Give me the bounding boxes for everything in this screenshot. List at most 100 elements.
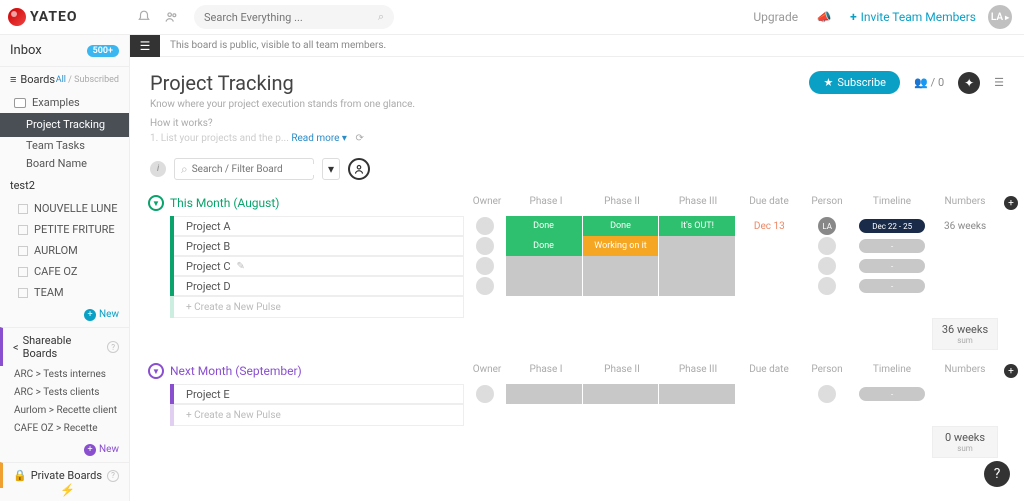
status-cell[interactable] (583, 384, 659, 404)
person-avatar[interactable] (818, 385, 836, 403)
create-pulse-row[interactable]: + Create a New Pulse (170, 296, 1024, 318)
edit-icon[interactable]: ✎ (237, 261, 245, 272)
col-person[interactable]: Person (802, 196, 852, 210)
person-avatar[interactable]: LA (818, 217, 836, 235)
col-phase1[interactable]: Phase I (508, 196, 584, 210)
table-row[interactable]: Project E - (170, 384, 1024, 404)
col-timeline[interactable]: Timeline (852, 196, 932, 210)
info-icon[interactable]: ? (107, 470, 119, 482)
subscribe-button[interactable]: ★ Subscribe (809, 71, 900, 94)
create-pulse-row[interactable]: + Create a New Pulse (170, 404, 1024, 426)
col-numbers[interactable]: Numbers (932, 364, 998, 378)
owner-avatar[interactable] (476, 217, 494, 235)
status-cell[interactable] (583, 256, 659, 276)
bell-icon[interactable] (130, 3, 158, 31)
sidebar-item-project-tracking[interactable]: Project Tracking (0, 113, 129, 137)
people-icon[interactable] (158, 3, 186, 31)
status-cell[interactable]: Working on it (583, 236, 659, 256)
col-due[interactable]: Due date (736, 196, 802, 210)
person-avatar[interactable] (818, 277, 836, 295)
owner-avatar[interactable] (476, 237, 494, 255)
sidebar-item-team-tasks[interactable]: Team Tasks (0, 137, 129, 155)
shareable-item-3[interactable]: CAFE OZ > Recette (0, 420, 129, 438)
upgrade-link[interactable]: Upgrade (753, 10, 798, 24)
owner-avatar[interactable] (476, 277, 494, 295)
status-cell[interactable]: It's OUT! (659, 216, 735, 236)
info-toggle[interactable]: i (150, 161, 166, 177)
person-filter[interactable] (348, 158, 370, 180)
collapse-toggle[interactable]: ▼ (148, 363, 164, 379)
add-column-button[interactable]: + (1004, 364, 1018, 378)
status-cell[interactable] (583, 276, 659, 296)
col-phase2[interactable]: Phase II (584, 196, 660, 210)
pulse-name[interactable]: Project A (174, 216, 464, 236)
create-pulse-label[interactable]: + Create a New Pulse (174, 404, 464, 426)
new-shareable-button[interactable]: +New (0, 438, 129, 462)
shareable-header[interactable]: < Shareable Boards ? (0, 327, 129, 366)
shareable-item-0[interactable]: ARC > Tests internes (0, 366, 129, 384)
table-row[interactable]: Project D - (170, 276, 1024, 296)
info-icon[interactable]: ? (107, 341, 119, 353)
filter-board[interactable]: ⌕ (174, 158, 314, 180)
menu-icon[interactable]: ☰ (994, 76, 1004, 89)
pulse-name[interactable]: Project D (174, 276, 464, 296)
col-due[interactable]: Due date (736, 364, 802, 378)
add-column-button[interactable]: + (1004, 196, 1018, 210)
pulse-name[interactable]: Project B (174, 236, 464, 256)
status-cell[interactable]: Done (506, 216, 582, 236)
due-cell[interactable]: Dec 13 (736, 221, 802, 232)
inbox-link[interactable]: Inbox 500+ (0, 35, 129, 66)
new-board-button[interactable]: +New (0, 303, 129, 327)
filter-input[interactable] (192, 164, 325, 175)
timeline-pill[interactable]: - (859, 279, 925, 293)
read-more-link[interactable]: Read more (291, 133, 339, 144)
status-cell[interactable] (659, 236, 735, 256)
col-phase3[interactable]: Phase III (660, 364, 736, 378)
group-title[interactable]: This Month (August) (170, 196, 279, 210)
filter-dropdown[interactable]: ▾ (322, 158, 340, 180)
sidebar-item-petite-friture[interactable]: PETITE FRITURE (0, 219, 129, 240)
col-phase3[interactable]: Phase III (660, 196, 736, 210)
col-phase1[interactable]: Phase I (508, 364, 584, 378)
pulse-name[interactable]: Project C✎ (174, 256, 464, 276)
col-numbers[interactable]: Numbers (932, 196, 998, 210)
lightning-icon[interactable]: ⚡ (60, 483, 75, 497)
col-timeline[interactable]: Timeline (852, 364, 932, 378)
logo[interactable]: YATEO (0, 8, 130, 26)
col-phase2[interactable]: Phase II (584, 364, 660, 378)
global-search[interactable]: ⌕ (194, 5, 394, 29)
pulse-name[interactable]: Project E (174, 384, 464, 404)
filter-all[interactable]: All (56, 75, 66, 85)
person-avatar[interactable] (818, 257, 836, 275)
examples-folder[interactable]: Examples (0, 92, 129, 113)
sidebar-item-team[interactable]: TEAM (0, 282, 129, 303)
status-cell[interactable]: Done (583, 216, 659, 236)
invite-link[interactable]: + Invite Team Members (850, 10, 976, 24)
avatar[interactable]: LA▸ (988, 5, 1012, 29)
sidebar-item-cafe-oz[interactable]: CAFE OZ (0, 261, 129, 282)
sidebar-item-aurlom[interactable]: AURLOM (0, 240, 129, 261)
status-cell[interactable] (506, 256, 582, 276)
group-title[interactable]: Next Month (September) (170, 364, 302, 378)
status-cell[interactable] (506, 384, 582, 404)
timeline-pill[interactable]: - (859, 239, 925, 253)
timeline-pill[interactable]: - (859, 259, 925, 273)
table-row[interactable]: Project A Done Done It's OUT! Dec 13 LA … (170, 216, 1024, 236)
help-fab[interactable]: ? (984, 461, 1010, 487)
collapse-toggle[interactable]: ▼ (148, 195, 164, 211)
sidebar-item-board-name[interactable]: Board Name (0, 155, 129, 173)
add-button[interactable]: ✦ (958, 72, 980, 94)
timeline-pill[interactable]: - (859, 387, 925, 401)
hamburger-button[interactable]: ☰ (130, 35, 160, 57)
filter-subscribed[interactable]: Subscribed (74, 75, 119, 85)
create-pulse-label[interactable]: + Create a New Pulse (174, 296, 464, 318)
person-avatar[interactable] (818, 237, 836, 255)
table-row[interactable]: Project C✎ - (170, 256, 1024, 276)
megaphone-icon[interactable]: 📣 (810, 3, 838, 31)
table-row[interactable]: Project B Done Working on it - (170, 236, 1024, 256)
status-cell[interactable] (659, 256, 735, 276)
status-cell[interactable] (659, 276, 735, 296)
timeline-pill[interactable]: Dec 22 - 25 (859, 219, 925, 233)
search-input[interactable] (204, 11, 378, 24)
owner-avatar[interactable] (476, 257, 494, 275)
